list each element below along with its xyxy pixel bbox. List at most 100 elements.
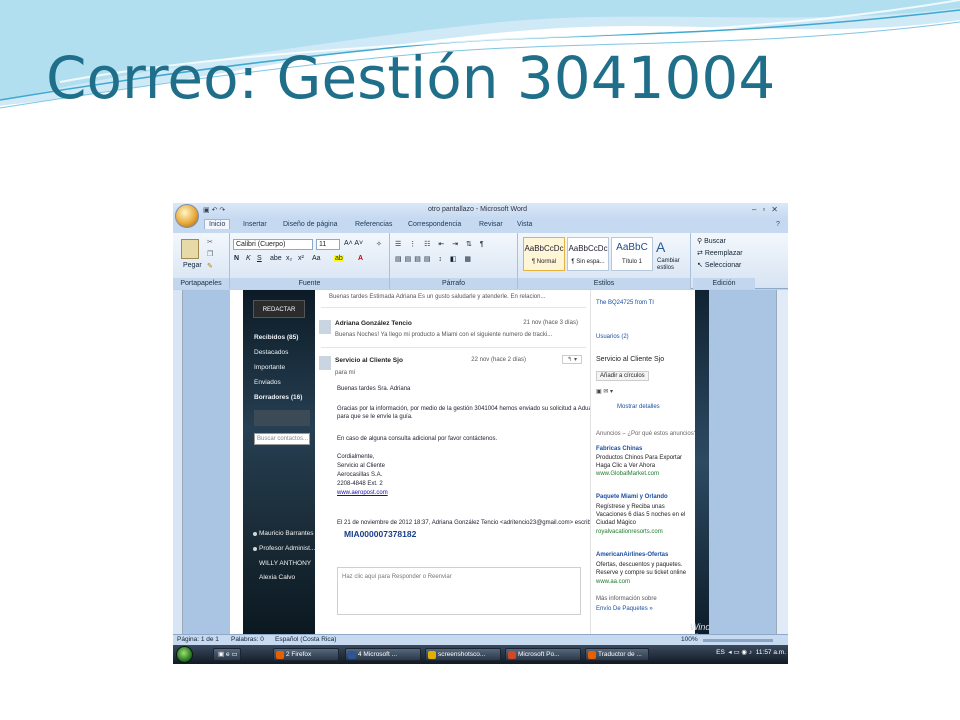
help-icon[interactable]: ? xyxy=(776,221,780,228)
word-count[interactable]: Palabras: 0 xyxy=(231,636,264,643)
contact-item[interactable]: Alexia Calvo xyxy=(259,574,295,581)
clear-format-icon[interactable]: ✧ xyxy=(376,240,382,248)
start-button[interactable] xyxy=(176,646,193,663)
website-link[interactable]: www.aeropost.com xyxy=(337,490,388,496)
group-label-editing: Edición xyxy=(693,278,755,289)
tab-correspondencia[interactable]: Correspondencia xyxy=(408,221,461,228)
quoted-header: El 21 de noviembre de 2012 18:37, Adrian… xyxy=(337,520,598,526)
select-icon: ↖ xyxy=(697,262,705,269)
quick-launch[interactable]: ▣ e ▭ xyxy=(213,648,241,661)
sender-name: Servicio al Cliente Sjo xyxy=(335,357,403,364)
message-collapsed[interactable]: Adriana González Tencio 21 nov (hace 3 d… xyxy=(319,314,586,348)
ads-header[interactable]: Anuncios – ¿Por qué estos anuncios? xyxy=(596,431,697,437)
redo-icon[interactable]: ↷ xyxy=(219,207,225,214)
highlight-icon[interactable]: ab xyxy=(334,255,344,262)
tab-vista[interactable]: Vista xyxy=(517,221,532,228)
copy-icon[interactable]: ❐ xyxy=(207,250,213,258)
ad-title[interactable]: Fabricas Chinas xyxy=(596,446,642,452)
format-painter-icon[interactable]: ✎ xyxy=(207,262,213,270)
strike-icon[interactable]: abe xyxy=(270,255,282,262)
document-page[interactable]: REDACTAR Recibidos (85) Destacados Impor… xyxy=(230,290,709,634)
change-case-icon[interactable]: Aa xyxy=(312,255,321,262)
contact-item[interactable]: Mauricio Barrantes xyxy=(253,530,314,537)
font-name-select[interactable]: Calibri (Cuerpo) xyxy=(233,239,313,250)
font-color-icon[interactable]: A xyxy=(358,255,363,262)
save-icon[interactable]: ▣ xyxy=(203,207,210,214)
change-styles-button[interactable]: Cambiar estilos xyxy=(657,258,689,272)
reply-box[interactable]: Haz clic aquí para Responder o Reenviar xyxy=(337,567,581,615)
compose-button[interactable]: REDACTAR xyxy=(253,300,305,318)
ad-url[interactable]: www.GlobalMarket.com xyxy=(596,471,659,477)
zoom-slider[interactable] xyxy=(703,639,773,642)
language-status[interactable]: Español (Costa Rica) xyxy=(275,636,336,643)
maximize-icon[interactable]: ▫ xyxy=(762,205,771,214)
taskbar-firefox[interactable]: 2 Firefox xyxy=(273,648,339,661)
system-tray[interactable]: ES ◂ ▭ ◉ ♪ 11:57 a.m. xyxy=(716,648,786,656)
ad-title[interactable]: Paquete Miami y Orlando xyxy=(596,494,668,500)
quick-access-toolbar[interactable]: ▣ ↶ ↷ xyxy=(203,206,225,214)
bold-icon[interactable]: N xyxy=(234,255,239,262)
font-size-select[interactable]: 11 xyxy=(316,239,340,250)
tab-revisar[interactable]: Revisar xyxy=(479,221,503,228)
sidebar-icons[interactable]: ▣ ✉ ▾ xyxy=(596,388,613,395)
taskbar-word[interactable]: 4 Microsoft ... xyxy=(345,648,421,661)
paste-icon[interactable] xyxy=(181,239,199,259)
italic-icon[interactable]: K xyxy=(246,255,251,262)
style-no-spacing[interactable]: AaBbCcDc ¶ Sin espa... xyxy=(567,237,609,271)
ad-title[interactable]: AmericanAirlines-Ofertas xyxy=(596,552,668,558)
taskbar-screenshot[interactable]: screenshotsco... xyxy=(425,648,501,661)
zoom-level[interactable]: 100% xyxy=(681,636,698,643)
find-button[interactable]: ⚲ Buscar xyxy=(697,237,726,245)
slide-title: Correo: Gestión 3041004 xyxy=(46,44,776,112)
tab-referencias[interactable]: Referencias xyxy=(355,221,392,228)
nav-inbox[interactable]: Recibidos (85) xyxy=(254,334,298,341)
style-normal[interactable]: AaBbCcDc ¶ Normal xyxy=(523,237,565,271)
contact-item[interactable]: Profesor Administ... xyxy=(253,545,315,552)
contact-item[interactable]: WILLY ANTHONY xyxy=(259,560,311,567)
search-contacts-input[interactable]: Buscar contactos... xyxy=(254,433,310,445)
add-to-circles-button[interactable]: Añadir a círculos xyxy=(596,371,649,381)
office-button[interactable] xyxy=(175,204,199,228)
taskbar-powerpoint[interactable]: Microsoft Po... xyxy=(505,648,581,661)
group-label-paragraph: Párrafo xyxy=(390,278,517,289)
minimize-icon[interactable]: – xyxy=(752,205,762,214)
underline-icon[interactable]: S xyxy=(257,255,262,262)
recipient-line[interactable]: para mí xyxy=(335,370,355,376)
users-link[interactable]: Usuarios (2) xyxy=(596,334,629,340)
title-bar: ▣ ↶ ↷ otro pantallazo - Microsoft Word –… xyxy=(173,203,788,219)
select-button[interactable]: ↖ Seleccionar xyxy=(697,261,741,269)
ad-line: Reserve y compre su ticket online xyxy=(596,570,687,576)
align-buttons[interactable]: ▤▤▤▤ ↕ ◧ ▦ xyxy=(395,255,474,263)
change-styles-icon[interactable]: A xyxy=(656,239,665,255)
cut-icon[interactable]: ✂ xyxy=(207,238,213,246)
style-heading-1[interactable]: AaBbC Título 1 xyxy=(611,237,653,271)
sidebar-header[interactable]: The BQ24725 from TI xyxy=(596,300,654,306)
grow-font-icon[interactable]: A˄ A˅ xyxy=(344,240,363,247)
powerpoint-icon xyxy=(508,651,516,659)
taskbar-translator[interactable]: Traductor de ... xyxy=(585,648,649,661)
nav-starred[interactable]: Destacados xyxy=(254,349,288,356)
undo-icon[interactable]: ↶ xyxy=(212,207,218,214)
window-controls[interactable]: –▫✕ xyxy=(752,205,784,214)
replace-button[interactable]: ⇄ Reemplazar xyxy=(697,249,743,257)
ad-url[interactable]: www.aa.com xyxy=(596,579,630,585)
more-info-link[interactable]: Envío De Paquetes » xyxy=(596,606,653,612)
ad-url[interactable]: royalvacationresorts.com xyxy=(596,529,663,535)
reply-icon[interactable]: ↰ ▾ xyxy=(562,355,582,364)
nav-drafts[interactable]: Borradores (16) xyxy=(254,394,302,401)
tab-diseno[interactable]: Diseño de página xyxy=(283,221,338,228)
subscript-icon[interactable]: x₂ xyxy=(286,255,292,262)
nav-important[interactable]: Importante xyxy=(254,364,285,371)
vertical-scrollbar[interactable] xyxy=(776,290,788,634)
show-details-link[interactable]: Mostrar detalles xyxy=(617,404,660,410)
nav-sent[interactable]: Enviados xyxy=(254,379,281,386)
tab-inicio[interactable]: Inicio xyxy=(204,219,231,229)
tab-insertar[interactable]: Insertar xyxy=(243,221,267,228)
close-icon[interactable]: ✕ xyxy=(771,205,784,214)
list-buttons[interactable]: ☰ ⋮ ☷ ⇤ ⇥ ⇅ ¶ xyxy=(395,240,487,248)
superscript-icon[interactable]: x² xyxy=(298,255,304,262)
message-collapsed[interactable]: Buenas tardes Estimada Adriana Es un gus… xyxy=(321,290,586,308)
paste-button[interactable]: Pegar xyxy=(183,262,202,269)
chat-toolbar[interactable] xyxy=(254,410,310,426)
page-count[interactable]: Página: 1 de 1 xyxy=(177,636,219,643)
